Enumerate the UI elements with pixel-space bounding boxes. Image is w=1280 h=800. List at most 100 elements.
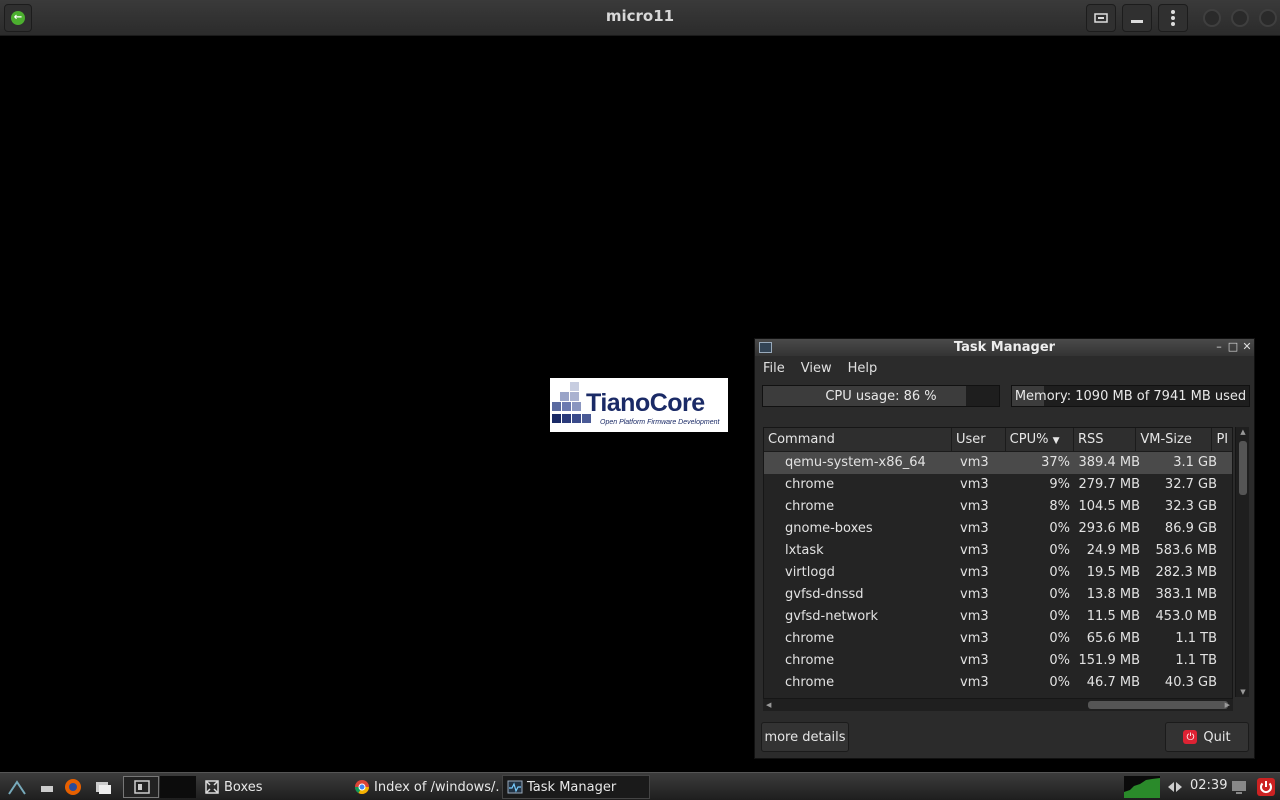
process-command: qemu-system-x86_64 [785, 455, 926, 470]
column-cpu[interactable]: CPU% ▼ [1006, 428, 1074, 451]
minimize-icon [1131, 20, 1143, 23]
process-rss: 389.4 MB [1078, 455, 1140, 470]
process-cpu: 0% [1049, 631, 1070, 646]
process-user: vm3 [960, 521, 989, 536]
process-user: vm3 [960, 609, 989, 624]
cpu-monitor-graph [1124, 776, 1160, 798]
process-cpu: 9% [1049, 477, 1070, 492]
workspace-1[interactable] [123, 776, 159, 798]
process-command: chrome [785, 499, 835, 514]
menu-button[interactable] [1158, 4, 1188, 32]
panel-clock[interactable]: 02:39 [1190, 778, 1227, 793]
process-user: vm3 [960, 565, 989, 580]
process-command: chrome [785, 675, 835, 690]
tm-close-icon[interactable]: ✕ [1241, 340, 1253, 353]
keyboard-button[interactable] [1086, 4, 1116, 32]
process-rss: 19.5 MB [1086, 565, 1140, 580]
process-vm-size: 40.3 GB [1164, 675, 1217, 690]
show-desktop-icon[interactable] [38, 778, 56, 796]
column-vm-size[interactable]: VM-Size [1136, 428, 1213, 451]
memory-usage-label: Memory: 1090 MB of 7941 MB used [1014, 389, 1247, 404]
workspace-2[interactable] [160, 776, 196, 798]
menu-help[interactable]: Help [848, 361, 878, 376]
process-row[interactable]: chrome vm3 0% 65.6 MB 1.1 TB [764, 628, 1232, 650]
process-row[interactable]: qemu-system-x86_64 vm3 37% 389.4 MB 3.1 GB [764, 452, 1232, 474]
process-row[interactable]: chrome vm3 0% 46.7 MB 40.3 GB [764, 672, 1232, 694]
more-details-button[interactable]: more details [761, 722, 849, 752]
tianocore-logo-text: TianoCore [586, 389, 705, 417]
process-row[interactable]: virtlogd vm3 0% 19.5 MB 282.3 MB [764, 562, 1232, 584]
process-vm-size: 282.3 MB [1155, 565, 1217, 580]
quit-button[interactable]: ⏻ Quit [1165, 722, 1249, 752]
column-pid[interactable]: PI [1212, 428, 1232, 451]
screen-lock-icon[interactable] [1230, 778, 1248, 796]
scroll-up-icon[interactable]: ▲ [1236, 428, 1250, 436]
network-icon[interactable] [1166, 778, 1184, 796]
task-manager-titlebar[interactable]: Task Manager – □ ✕ [755, 339, 1254, 356]
process-rss: 151.9 MB [1078, 653, 1140, 668]
process-cpu: 0% [1049, 675, 1070, 690]
boxes-header-bar: ← micro11 [0, 0, 1280, 36]
process-user: vm3 [960, 477, 989, 492]
process-command: gvfsd-network [785, 609, 879, 624]
menu-view[interactable]: View [801, 361, 832, 376]
process-command: gnome-boxes [785, 521, 873, 536]
process-row[interactable]: gvfsd-network vm3 0% 11.5 MB 453.0 MB [764, 606, 1232, 628]
process-command: lxtask [785, 543, 824, 558]
window-close-button[interactable] [1259, 9, 1277, 27]
task-manager-window: Task Manager – □ ✕ File View Help CPU us… [754, 338, 1255, 759]
process-vm-size: 86.9 GB [1164, 521, 1217, 536]
minimize-display-button[interactable] [1122, 4, 1152, 32]
process-vm-size: 1.1 TB [1175, 653, 1217, 668]
power-icon: ⏻ [1183, 730, 1198, 744]
horizontal-scroll-thumb[interactable] [1088, 701, 1228, 709]
taskbar-item-chrome[interactable]: Index of /windows/... [350, 775, 500, 799]
process-row[interactable]: chrome vm3 0% 151.9 MB 1.1 TB [764, 650, 1232, 672]
process-command: chrome [785, 653, 835, 668]
taskbar: Boxes Index of /windows/... Task Manager… [0, 772, 1280, 800]
tianocore-logo-subtitle: Open Platform Firmware Development [600, 419, 720, 426]
process-rss: 46.7 MB [1086, 675, 1140, 690]
column-command[interactable]: Command [764, 428, 952, 451]
process-user: vm3 [960, 675, 989, 690]
process-row[interactable]: gvfsd-dnssd vm3 0% 13.8 MB 383.1 MB [764, 584, 1232, 606]
process-list-header: Command User CPU% ▼ RSS VM-Size PI [764, 428, 1232, 452]
cpu-usage-label: CPU usage: 86 % [825, 389, 937, 404]
process-row[interactable]: chrome vm3 9% 279.7 MB 32.7 GB [764, 474, 1232, 496]
logout-power-icon[interactable] [1257, 778, 1275, 796]
process-cpu: 0% [1049, 609, 1070, 624]
window-minimize-button[interactable] [1203, 9, 1221, 27]
process-user: vm3 [960, 543, 989, 558]
process-list-vertical-scrollbar[interactable]: ▲ ▼ [1235, 427, 1249, 697]
menu-file[interactable]: File [763, 361, 785, 376]
firefox-icon[interactable] [64, 778, 82, 796]
scroll-down-icon[interactable]: ▼ [1236, 688, 1250, 696]
process-row[interactable]: lxtask vm3 0% 24.9 MB 583.6 MB [764, 540, 1232, 562]
process-cpu: 0% [1049, 543, 1070, 558]
window-maximize-button[interactable] [1231, 9, 1249, 27]
process-vm-size: 453.0 MB [1155, 609, 1217, 624]
process-rss: 13.8 MB [1086, 587, 1140, 602]
scroll-right-icon[interactable]: ▶ [1225, 699, 1230, 711]
process-row[interactable]: gnome-boxes vm3 0% 293.6 MB 86.9 GB [764, 518, 1232, 540]
column-user[interactable]: User [952, 428, 1006, 451]
file-manager-icon[interactable] [94, 778, 112, 796]
cpu-usage-bar: CPU usage: 86 % [762, 385, 1000, 407]
scroll-left-icon[interactable]: ◀ [766, 699, 771, 711]
tm-maximize-icon[interactable]: □ [1227, 340, 1239, 353]
task-manager-menubar: File View Help [755, 356, 1254, 380]
keyboard-icon [1094, 13, 1108, 23]
process-list[interactable]: Command User CPU% ▼ RSS VM-Size PI qemu-… [763, 427, 1233, 699]
process-cpu: 0% [1049, 653, 1070, 668]
taskbar-item-task-manager[interactable]: Task Manager [502, 775, 650, 799]
column-rss[interactable]: RSS [1074, 428, 1137, 451]
vertical-scroll-thumb[interactable] [1239, 441, 1247, 495]
task-manager-title: Task Manager [953, 340, 1056, 355]
start-menu-icon[interactable] [8, 778, 26, 796]
process-list-horizontal-scrollbar[interactable]: ◀ ▶ [763, 699, 1233, 711]
process-user: vm3 [960, 653, 989, 668]
process-command: chrome [785, 631, 835, 646]
process-row[interactable]: chrome vm3 8% 104.5 MB 32.3 GB [764, 496, 1232, 518]
tm-minimize-icon[interactable]: – [1213, 340, 1225, 353]
taskbar-item-boxes[interactable]: Boxes [200, 775, 348, 799]
